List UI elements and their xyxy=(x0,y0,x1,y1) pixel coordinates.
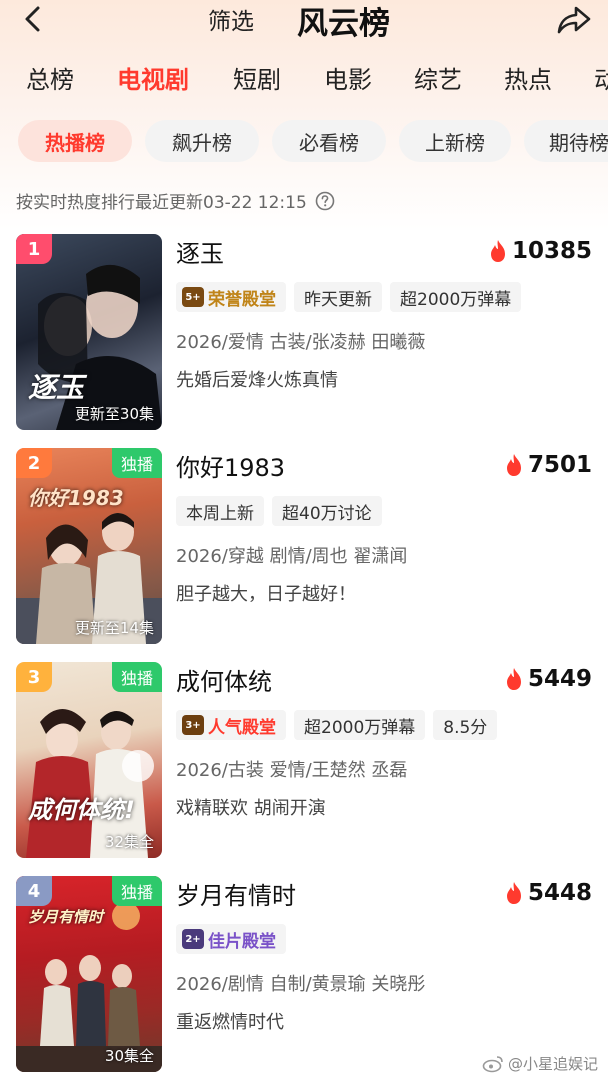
list-item[interactable]: 逐玉 1 更新至30集 逐玉 10385 5+ 荣誉殿堂 昨天更新 超2000万… xyxy=(16,234,596,430)
tag: 超40万讨论 xyxy=(272,496,382,526)
list-item[interactable]: 成何体统! 3 独播 32集全 成何体统 5449 3+ 人气殿堂 超2000万… xyxy=(16,662,596,858)
heat-value: 10385 xyxy=(511,238,592,264)
episode-count: 更新至14集 xyxy=(74,619,154,637)
subtab-new-release[interactable]: 上新榜 xyxy=(399,120,511,162)
item-title[interactable]: 你好1983 xyxy=(176,448,285,483)
tag: 8.5分 xyxy=(433,710,498,740)
exclusive-badge: 独播 xyxy=(112,662,162,692)
watermark-text: @小星追娱记 xyxy=(507,1055,598,1073)
honor-tag-label: 荣誉殿堂 xyxy=(208,289,276,310)
fire-icon xyxy=(506,454,521,476)
item-description: 胆子越大，日子越好！ xyxy=(176,584,356,605)
item-description: 戏精联欢 胡闹开演 xyxy=(176,798,326,819)
tab-short-drama[interactable]: 短剧 xyxy=(233,60,281,95)
top-bar: 筛选 风云榜 xyxy=(0,0,608,42)
heat-score: 5449 xyxy=(504,666,592,692)
rank-badge: 1 xyxy=(16,234,52,264)
back-arrow-icon[interactable] xyxy=(18,4,48,34)
item-description: 重返燃情时代 xyxy=(176,1012,284,1033)
tag-row: 3+ 人气殿堂 超2000万弹幕 8.5分 xyxy=(176,710,498,740)
share-icon[interactable] xyxy=(556,4,592,36)
poster-title-art: 逐玉 xyxy=(28,371,85,404)
exclusive-badge: 独播 xyxy=(112,448,162,478)
weibo-logo-icon xyxy=(482,1055,503,1072)
tag: 超2000万弹幕 xyxy=(390,282,522,312)
poster-image[interactable]: 逐玉 1 更新至30集 xyxy=(16,234,162,430)
episode-count: 30集全 xyxy=(104,1047,154,1065)
item-meta: 2026/爱情 古装/张凌赫 田曦薇 xyxy=(176,332,426,353)
honor-tag-label: 佳片殿堂 xyxy=(208,931,276,952)
poster-title-art: 成何体统! xyxy=(28,796,135,824)
honor-tag[interactable]: 5+ 荣誉殿堂 xyxy=(176,282,286,312)
tab-anime[interactable]: 动 xyxy=(594,60,608,95)
update-text: 按实时热度排行最近更新03-22 12:15 xyxy=(16,193,307,213)
fire-icon xyxy=(506,882,521,904)
item-title[interactable]: 岁月有情时 xyxy=(176,876,296,911)
watermark: @小星追娱记 xyxy=(482,1053,598,1074)
poster-title-art: 你好1983 xyxy=(28,486,124,510)
item-meta: 2026/穿越 剧情/周也 翟潇闻 xyxy=(176,546,408,567)
tab-variety[interactable]: 综艺 xyxy=(414,60,462,95)
ranking-subtabs: 热播榜 飙升榜 必看榜 上新榜 期待榜 xyxy=(0,120,608,164)
category-tabs: 总榜 电视剧 短剧 电影 综艺 热点 动 xyxy=(0,60,608,102)
page-title: 风云榜 xyxy=(297,6,390,42)
honor-badge-icon: 3+ xyxy=(182,715,204,735)
honor-tag[interactable]: 3+ 人气殿堂 xyxy=(176,710,286,740)
tag: 超2000万弹幕 xyxy=(294,710,426,740)
tag-row: 2+ 佳片殿堂 xyxy=(176,924,286,954)
poster-title-art: 岁月有情时 xyxy=(28,908,104,926)
item-title[interactable]: 逐玉 xyxy=(176,234,224,269)
heat-value: 5448 xyxy=(527,880,592,906)
help-icon[interactable] xyxy=(315,191,335,211)
subtab-rising[interactable]: 飙升榜 xyxy=(145,120,259,162)
episode-count: 32集全 xyxy=(104,833,154,851)
tag-row: 5+ 荣誉殿堂 昨天更新 超2000万弹幕 xyxy=(176,282,522,312)
tag: 本周上新 xyxy=(176,496,264,526)
item-title[interactable]: 成何体统 xyxy=(176,662,272,697)
honor-tag-label: 人气殿堂 xyxy=(208,717,276,738)
heat-value: 7501 xyxy=(527,452,592,478)
tab-movie[interactable]: 电影 xyxy=(324,60,372,95)
list-item[interactable]: 你好1983 2 独播 更新至14集 你好1983 7501 本周上新 超40万… xyxy=(16,448,596,644)
list-item[interactable]: 岁月有情时 4 独播 30集全 岁月有情时 5448 2+ 佳片殿堂 2026/… xyxy=(16,876,596,1072)
subtab-must-watch[interactable]: 必看榜 xyxy=(272,120,386,162)
heat-score: 10385 xyxy=(488,238,592,264)
fire-icon xyxy=(506,668,521,690)
filter-button[interactable]: 筛选 xyxy=(208,2,254,36)
poster-image[interactable]: 成何体统! 3 独播 32集全 xyxy=(16,662,162,858)
heat-score: 7501 xyxy=(504,452,592,478)
update-info: 按实时热度排行最近更新03-22 12:15 xyxy=(16,188,335,213)
tab-hot[interactable]: 热点 xyxy=(504,60,552,95)
item-description: 先婚后爱烽火炼真情 xyxy=(176,370,338,391)
subtab-hot-playing[interactable]: 热播榜 xyxy=(18,120,132,162)
rank-badge: 2 xyxy=(16,448,52,478)
honor-tag[interactable]: 2+ 佳片殿堂 xyxy=(176,924,286,954)
tab-overall[interactable]: 总榜 xyxy=(26,60,74,95)
fire-icon xyxy=(490,240,505,262)
tag-row: 本周上新 超40万讨论 xyxy=(176,496,382,526)
episode-count: 更新至30集 xyxy=(74,405,154,423)
poster-image[interactable]: 你好1983 2 独播 更新至14集 xyxy=(16,448,162,644)
rank-badge: 4 xyxy=(16,876,52,906)
poster-image[interactable]: 岁月有情时 4 独播 30集全 xyxy=(16,876,162,1072)
tag: 昨天更新 xyxy=(294,282,382,312)
subtab-anticipated[interactable]: 期待榜 xyxy=(524,120,608,162)
exclusive-badge: 独播 xyxy=(112,876,162,906)
item-meta: 2026/剧情 自制/黄景瑜 关晓彤 xyxy=(176,974,426,995)
honor-badge-icon: 5+ xyxy=(182,287,204,307)
heat-value: 5449 xyxy=(527,666,592,692)
rank-badge: 3 xyxy=(16,662,52,692)
tab-tv-series[interactable]: 电视剧 xyxy=(117,60,189,95)
heat-score: 5448 xyxy=(504,880,592,906)
honor-badge-icon: 2+ xyxy=(182,929,204,949)
item-meta: 2026/古装 爱情/王楚然 丞磊 xyxy=(176,760,408,781)
